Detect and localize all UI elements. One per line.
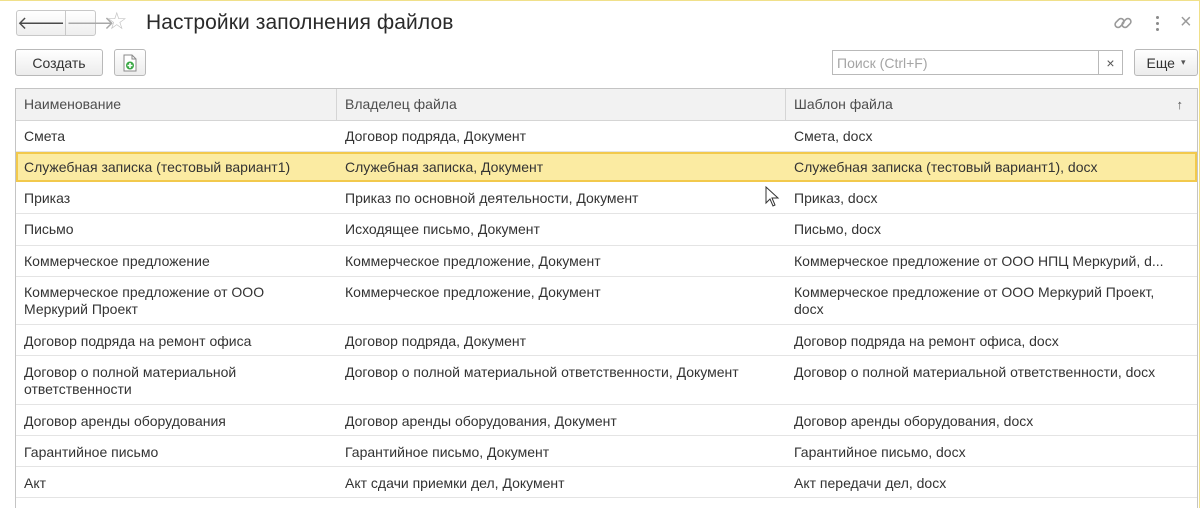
cell-name: Коммерческое предложение от ООО Меркурий…	[24, 284, 265, 317]
link-icon[interactable]	[1112, 12, 1134, 34]
cell-owner: Приказ по основной деятельности, Докумен…	[345, 190, 639, 206]
cell-template: Коммерческое предложение от ООО Меркурий…	[794, 284, 1155, 317]
table-row[interactable]: Договор аренды оборудования Договор арен…	[16, 405, 1197, 436]
cell-template: Договор аренды оборудования, docx	[794, 413, 1034, 429]
back-button[interactable]: 🡐	[17, 11, 67, 35]
search-clear-button[interactable]: ×	[1099, 50, 1123, 75]
cell-template: Служебная записка (тестовый вариант1), d…	[794, 159, 1098, 175]
arrow-left-icon: 🡐	[17, 13, 66, 33]
cell-name: Акт	[24, 475, 47, 491]
cell-owner: Акт сдачи приемки дел, Документ	[345, 475, 565, 491]
column-header-name[interactable]: Наименование	[16, 89, 336, 120]
settings-table: Наименование Владелец файла Шаблон файла…	[15, 88, 1198, 508]
table-row[interactable]: Письмо Исходящее письмо, Документ Письмо…	[16, 214, 1197, 246]
more-vertical-icon[interactable]	[1150, 11, 1164, 35]
cell-owner: Договор аренды оборудования, Документ	[345, 413, 617, 429]
title-bar: 🡐 🡒 ☆ Настройки заполнения файлов ×	[0, 0, 1200, 46]
table-row[interactable]: Приказ Приказ по основной деятельности, …	[16, 183, 1197, 214]
cell-owner: Договор о полной материальной ответствен…	[345, 364, 739, 380]
cell-owner: Коммерческое предложение, Документ	[345, 253, 601, 269]
cell-template: Договор о полной материальной ответствен…	[794, 364, 1156, 380]
cell-name: Договор подряда на ремонт офиса	[24, 333, 252, 349]
table-row-selected[interactable]: Служебная записка (тестовый вариант1) Сл…	[16, 152, 1197, 182]
table-header: Наименование Владелец файла Шаблон файла…	[16, 89, 1197, 121]
more-actions-button[interactable]: Еще ▾	[1134, 49, 1198, 76]
column-header-template[interactable]: Шаблон файла	[786, 89, 1197, 120]
cell-name: Гарантийное письмо	[24, 444, 159, 460]
star-icon[interactable]: ☆	[106, 9, 128, 35]
cell-template: Гарантийное письмо, docx	[794, 444, 966, 460]
cell-template: Коммерческое предложение от ООО НПЦ Мерк…	[794, 253, 1164, 269]
search-input[interactable]	[832, 50, 1099, 75]
document-add-icon	[123, 54, 137, 71]
mouse-cursor-icon	[765, 186, 780, 207]
table-row[interactable]: Гарантийное письмо Гарантийное письмо, Д…	[16, 436, 1197, 467]
table-row[interactable]: Договор подряда на ремонт офиса Договор …	[16, 325, 1197, 356]
column-header-template-label: Шаблон файла	[794, 96, 893, 112]
more-actions-label: Еще	[1146, 54, 1175, 71]
cell-name: Договор о полной материальной ответствен…	[24, 364, 237, 397]
cell-name: Коммерческое предложение	[24, 253, 210, 269]
cell-template: Приказ, docx	[794, 190, 878, 206]
table-row[interactable]: Договор о полной материальной ответствен…	[16, 356, 1197, 405]
cell-name: Письмо	[24, 221, 74, 237]
cell-name: Служебная записка (тестовый вариант1)	[24, 159, 291, 175]
cell-template: Договор подряда на ремонт офиса, docx	[794, 333, 1059, 349]
cell-template: Акт передачи дел, docx	[794, 475, 947, 491]
table-row[interactable]: Акт Акт сдачи приемки дел, Документ Акт …	[16, 467, 1197, 498]
cell-template: Письмо, docx	[794, 221, 881, 237]
table-row[interactable]: Смета Договор подряда, Документ Смета, d…	[16, 121, 1197, 152]
page-title: Настройки заполнения файлов	[146, 11, 454, 34]
cell-name: Договор аренды оборудования	[24, 413, 226, 429]
cell-template: Смета, docx	[794, 128, 873, 144]
column-header-owner[interactable]: Владелец файла	[337, 89, 785, 120]
cell-owner: Договор подряда, Документ	[345, 333, 527, 349]
cell-owner: Служебная записка, Документ	[345, 159, 544, 175]
cell-owner: Договор подряда, Документ	[345, 128, 527, 144]
create-button[interactable]: Создать	[15, 49, 103, 76]
table-row[interactable]: Коммерческое предложение от ООО Меркурий…	[16, 277, 1197, 325]
cell-owner: Исходящее письмо, Документ	[345, 221, 540, 237]
cell-owner: Коммерческое предложение, Документ	[345, 284, 601, 300]
cell-name: Смета	[24, 128, 66, 144]
sort-ascending-icon[interactable]: ↑	[1177, 89, 1184, 120]
table-row[interactable]: Коммерческое предложение Коммерческое пр…	[16, 246, 1197, 277]
close-icon[interactable]: ×	[1180, 12, 1192, 32]
close-icon: ×	[1106, 54, 1115, 71]
cell-owner: Гарантийное письмо, Документ	[345, 444, 550, 460]
cell-name: Приказ	[24, 190, 71, 206]
navigation-buttons: 🡐 🡒	[16, 10, 115, 36]
add-file-button[interactable]	[114, 49, 146, 76]
chevron-down-icon: ▾	[1180, 57, 1186, 67]
